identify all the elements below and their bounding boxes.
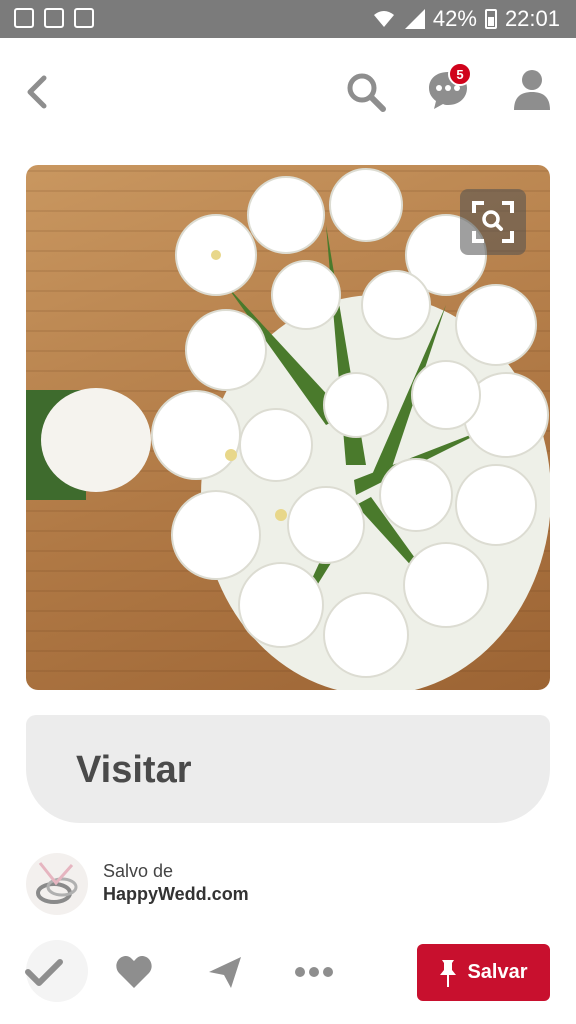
status-right: 42% 22:01 [373, 6, 560, 32]
pushpin-icon [440, 959, 457, 987]
save-button[interactable]: Salvar [417, 944, 550, 1001]
clock: 22:01 [504, 6, 560, 31]
search-icon[interactable] [344, 70, 388, 114]
visual-search-icon [472, 201, 514, 243]
gallery-icon [14, 8, 34, 28]
source-avatar[interactable] [26, 853, 88, 915]
check-icon[interactable] [24, 952, 64, 992]
briefcase-icon [74, 8, 94, 28]
visit-label: Visitar [76, 749, 192, 791]
visit-button[interactable]: Visitar [26, 715, 550, 823]
back-arrow-icon[interactable] [22, 72, 52, 112]
battery-icon [484, 9, 497, 29]
rings-image [36, 862, 78, 904]
signal-icon [403, 9, 425, 29]
notification-icons [14, 8, 94, 28]
save-label: Salvar [467, 961, 528, 983]
messages-badge: 5 [448, 62, 472, 86]
cleaner-icon [44, 8, 64, 28]
battery-percent: 42% [432, 6, 477, 31]
heart-icon[interactable] [114, 952, 154, 992]
profile-icon[interactable] [512, 68, 552, 112]
visual-search-button[interactable] [460, 189, 526, 255]
more-icon[interactable] [293, 952, 335, 992]
status-bar: 42% 22:01 [0, 0, 576, 38]
send-icon[interactable] [205, 952, 245, 992]
wifi-icon [373, 11, 394, 27]
top-bar: 5 [0, 38, 576, 148]
saved-site-link[interactable]: HappyWedd.com [103, 884, 249, 905]
saved-from-label: Salvo de [103, 861, 174, 881]
